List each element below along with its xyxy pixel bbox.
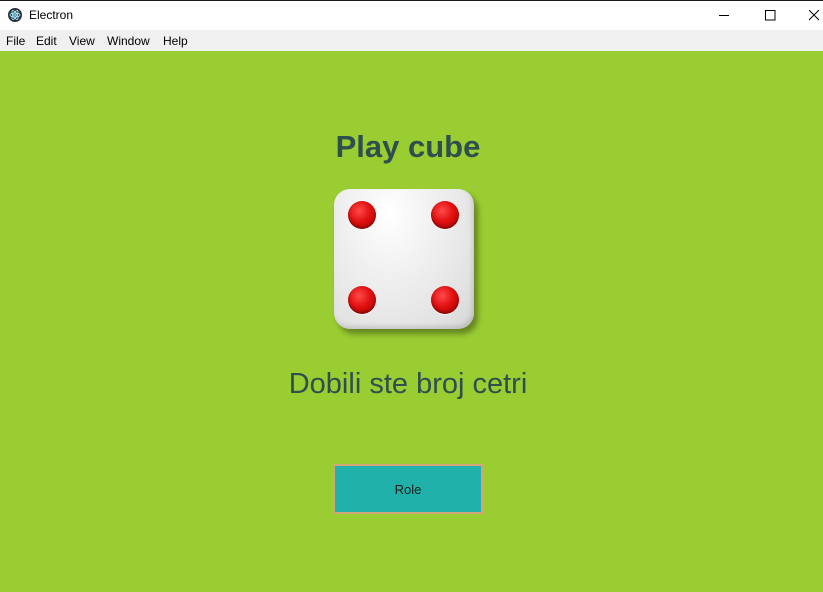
die-pip (348, 201, 376, 229)
die-face-four (334, 189, 474, 329)
roll-button[interactable]: Role (333, 464, 483, 514)
die-pip (431, 201, 459, 229)
minimize-button[interactable] (702, 1, 748, 30)
result-text: Dobili ste broj cetri (288, 368, 528, 400)
menu-edit[interactable]: Edit (36, 34, 57, 48)
die-pip (431, 286, 459, 314)
maximize-icon (765, 10, 776, 21)
die-pip (348, 286, 376, 314)
close-button[interactable] (794, 1, 823, 30)
minimize-icon (719, 15, 729, 16)
app-window: Electron File Edit View Window Help Play… (0, 0, 823, 592)
electron-icon (8, 8, 22, 22)
menu-file[interactable]: File (6, 34, 25, 48)
page-title: Play cube (335, 129, 481, 164)
window-title: Electron (29, 8, 74, 22)
main-content: Play cube Dobili ste broj cetri Role (0, 51, 823, 592)
title-bar[interactable]: Electron (0, 0, 823, 30)
menu-bar: File Edit View Window Help (0, 30, 823, 51)
menu-view[interactable]: View (69, 34, 95, 48)
menu-help[interactable]: Help (163, 34, 188, 48)
maximize-button[interactable] (748, 1, 794, 30)
close-icon (809, 10, 820, 21)
menu-window[interactable]: Window (107, 34, 150, 48)
